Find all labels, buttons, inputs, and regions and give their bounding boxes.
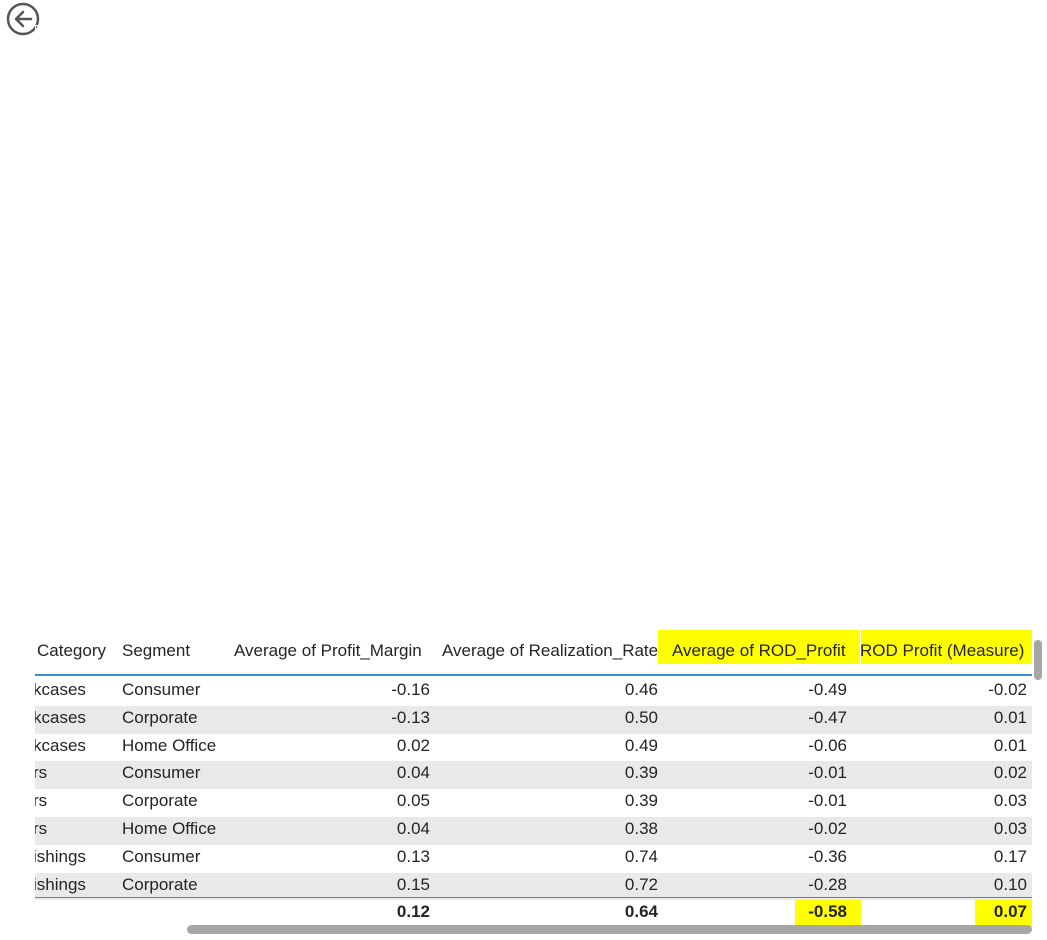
cell-profit-margin: 0.05 (396, 791, 430, 811)
cell-category: kcases (35, 707, 86, 727)
cell-segment: Corporate (122, 707, 198, 727)
cell-profit-margin: 0.13 (396, 846, 430, 866)
tile-label: Technology (576, 35, 663, 54)
cell-rod-profit: -0.01 (808, 763, 847, 783)
cell-rod-measure: 0.17 (993, 846, 1027, 866)
cell-realization-rate: 0.39 (624, 763, 658, 783)
cell-category: ishings (35, 874, 86, 894)
treemap-tile-technology[interactable]: Technology (569, 25, 1045, 532)
cell-realization-rate: 0.46 (624, 680, 658, 699)
cell-rod-profit: -0.02 (808, 819, 847, 838)
tile-label: Office Supplies (42, 35, 157, 54)
cell-realization-rate: 0.49 (624, 735, 658, 755)
cell-category: rs (35, 819, 48, 838)
cell-rod-profit: -0.36 (808, 846, 847, 866)
cell-category: ishings (35, 846, 86, 866)
header-realization-rate[interactable]: Average of Realization_Rate (442, 641, 658, 661)
cell-rod-profit: -0.28 (808, 874, 847, 894)
header-divider (35, 674, 1032, 676)
cell-rod-profit: -0.49 (808, 680, 847, 699)
cell-rod-measure: 0.10 (993, 874, 1027, 894)
cell-segment: Consumer (122, 763, 201, 783)
tile-label: Furniture (576, 540, 645, 559)
total-rod-profit: -0.58 (808, 902, 847, 921)
header-rod-profit[interactable]: Average of ROD_Profit (672, 641, 846, 661)
cell-rod-profit: -0.01 (808, 791, 847, 811)
cell-rod-profit: -0.06 (808, 735, 847, 755)
cell-segment: Corporate (122, 791, 198, 811)
cell-segment: Home Office (122, 735, 217, 755)
cell-rod-measure: 0.01 (993, 735, 1027, 755)
cell-segment: Home Office (122, 819, 217, 838)
cell-rod-profit: -0.47 (808, 707, 847, 727)
cell-profit-margin: 0.02 (396, 735, 430, 755)
header-segment[interactable]: Segment (122, 641, 190, 661)
cell-profit-margin: -0.13 (391, 707, 430, 727)
cell-category: rs (35, 791, 48, 811)
cell-rod-measure: 0.02 (993, 763, 1027, 783)
cell-segment: Consumer (122, 680, 201, 699)
cell-category: rs (35, 763, 48, 783)
data-table: Category Segment Average of Profit_Margin A… (35, 630, 1035, 930)
treemap-tile-office-supplies[interactable]: Office Supplies (35, 25, 569, 583)
total-divider (35, 897, 1032, 898)
header-rod-measure[interactable]: ROD Profit (Measure) (860, 641, 1024, 661)
treemap-chart: Office Supplies Technology Furniture (35, 25, 1045, 583)
cell-realization-rate: 0.72 (624, 874, 658, 894)
cell-rod-measure: -0.02 (988, 680, 1027, 699)
cell-category: kcases (35, 735, 86, 755)
vertical-scrollbar[interactable] (1034, 640, 1042, 680)
header-category[interactable]: Category (37, 641, 106, 661)
cell-rod-measure: 0.03 (993, 819, 1027, 838)
cell-segment: Corporate (122, 874, 198, 894)
total-rod-measure: 0.07 (993, 902, 1027, 921)
cell-realization-rate: 0.50 (624, 707, 658, 727)
cell-realization-rate: 0.39 (624, 791, 658, 811)
cell-category: kcases (35, 680, 86, 699)
cell-realization-rate: 0.74 (624, 846, 658, 866)
cell-profit-margin: -0.16 (391, 680, 430, 699)
cell-profit-margin: 0.04 (396, 819, 430, 838)
cell-realization-rate: 0.38 (624, 819, 658, 838)
treemap-tile-furniture[interactable]: Furniture (569, 532, 1045, 583)
cell-segment: Consumer (122, 846, 201, 866)
total-realization-rate: 0.64 (624, 902, 658, 921)
cell-rod-measure: 0.01 (993, 707, 1027, 727)
cell-profit-margin: 0.04 (396, 763, 430, 783)
cell-profit-margin: 0.15 (396, 874, 430, 894)
header-profit-margin[interactable]: Average of Profit_Margin (234, 641, 422, 661)
horizontal-scrollbar[interactable] (187, 925, 1032, 934)
total-profit-margin: 0.12 (396, 902, 430, 921)
cell-rod-measure: 0.03 (993, 791, 1027, 811)
